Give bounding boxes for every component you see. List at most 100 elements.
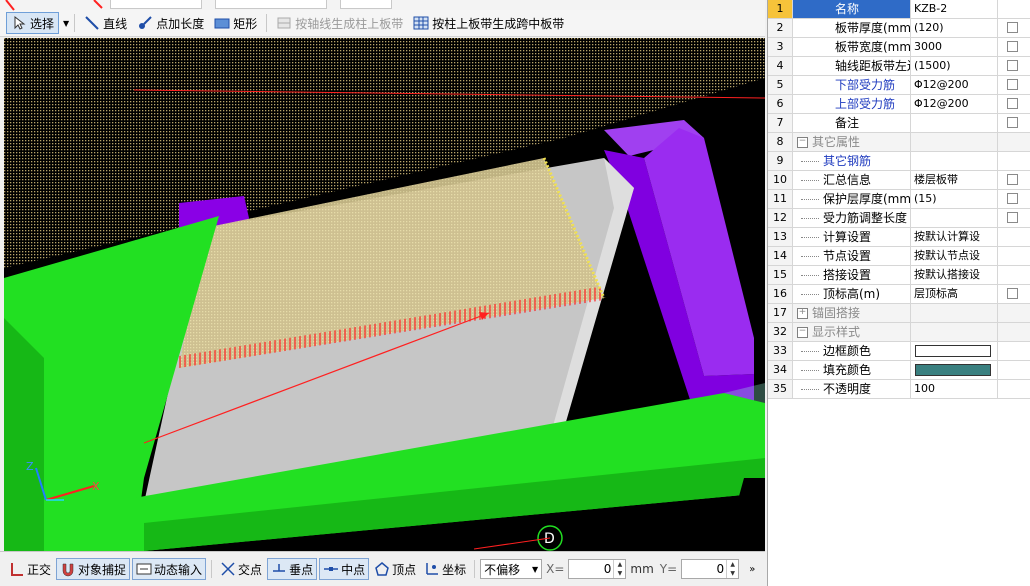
rect-button[interactable]: 矩形 bbox=[210, 12, 261, 34]
property-value[interactable]: 层顶标高 bbox=[911, 285, 998, 304]
property-name: 填充颜色 bbox=[793, 361, 911, 380]
property-row[interactable]: 13 计算设置 按默认计算设 bbox=[768, 228, 1030, 247]
3d-viewport[interactable]: X Z D bbox=[4, 38, 765, 551]
property-value[interactable]: 按默认搭接设 bbox=[911, 266, 998, 285]
property-value[interactable]: Φ12@200 bbox=[911, 95, 998, 114]
point-length-button[interactable]: 点加长度 bbox=[133, 12, 208, 34]
property-row[interactable]: 15 搭接设置 按默认搭接设 bbox=[768, 266, 1030, 285]
line-button[interactable]: 直线 bbox=[80, 12, 131, 34]
vertex-snap[interactable]: 顶点 bbox=[371, 558, 419, 580]
color-swatch[interactable] bbox=[915, 364, 991, 376]
property-value[interactable] bbox=[911, 361, 998, 380]
select-button[interactable]: 选择 bbox=[6, 12, 60, 34]
column-generate-label: 按柱上板带生成跨中板带 bbox=[432, 16, 565, 31]
attach-checkbox[interactable] bbox=[1007, 22, 1018, 33]
property-row[interactable]: 34 填充颜色 bbox=[768, 361, 1030, 380]
property-value[interactable]: Φ12@200 bbox=[911, 76, 998, 95]
property-value[interactable]: (120) bbox=[911, 19, 998, 38]
select-dropdown-icon[interactable]: ▼ bbox=[63, 19, 69, 28]
property-row[interactable]: 2 板带厚度(mm) (120) bbox=[768, 19, 1030, 38]
property-row[interactable]: 11 保护层厚度(mm) (15) bbox=[768, 190, 1030, 209]
object-snap-toggle[interactable]: 对象捕捉 bbox=[56, 558, 131, 580]
color-swatch[interactable] bbox=[915, 345, 991, 357]
tree-line-icon bbox=[801, 350, 819, 353]
collapse-icon[interactable]: − bbox=[797, 327, 808, 338]
property-value bbox=[911, 304, 998, 323]
separator bbox=[266, 14, 268, 32]
property-value-text: Φ12@200 bbox=[914, 97, 969, 110]
row-number: 6 bbox=[768, 95, 793, 114]
attach-checkbox[interactable] bbox=[1007, 174, 1018, 185]
property-name-text: 名称 bbox=[835, 2, 860, 16]
x-coord-input[interactable]: 0 ▲ ▼ bbox=[568, 559, 627, 579]
attach-checkbox[interactable] bbox=[1007, 193, 1018, 204]
dynamic-input-toggle[interactable]: 动态输入 bbox=[132, 558, 207, 580]
property-value-text: Φ12@200 bbox=[914, 78, 969, 91]
row-number: 17 bbox=[768, 304, 793, 323]
property-row[interactable]: 6 上部受力筋 Φ12@200 bbox=[768, 95, 1030, 114]
property-row[interactable]: 8− 其它属性 bbox=[768, 133, 1030, 152]
midpoint-snap[interactable]: 中点 bbox=[319, 558, 370, 580]
property-row[interactable]: 5 下部受力筋 Φ12@200 bbox=[768, 76, 1030, 95]
checkbox-cell bbox=[998, 19, 1030, 38]
attach-checkbox[interactable] bbox=[1007, 98, 1018, 109]
attach-checkbox[interactable] bbox=[1007, 79, 1018, 90]
property-value[interactable] bbox=[911, 152, 998, 171]
attach-checkbox[interactable] bbox=[1007, 288, 1018, 299]
property-row[interactable]: 16 顶标高(m) 层顶标高 bbox=[768, 285, 1030, 304]
ortho-toggle[interactable]: 正交 bbox=[6, 558, 54, 580]
property-value-text: KZB-2 bbox=[914, 2, 948, 15]
tree-line-icon bbox=[801, 198, 819, 201]
y-coord-input[interactable]: 0 ▲ ▼ bbox=[681, 559, 740, 579]
coord-label: 坐标 bbox=[442, 562, 467, 577]
overflow-chevron-icon[interactable]: » bbox=[749, 564, 755, 575]
property-row[interactable]: 33 边框颜色 bbox=[768, 342, 1030, 361]
property-row[interactable]: 12 受力筋调整长度 bbox=[768, 209, 1030, 228]
property-value[interactable]: 楼层板带 bbox=[911, 171, 998, 190]
top-combo-3[interactable] bbox=[340, 0, 392, 9]
property-name: 搭接设置 bbox=[793, 266, 911, 285]
property-row[interactable]: 3 板带宽度(mm) 3000 bbox=[768, 38, 1030, 57]
property-row[interactable]: 1 名称 KZB-2 bbox=[768, 0, 1030, 19]
column-generate-button[interactable]: 按柱上板带生成跨中板带 bbox=[409, 12, 568, 34]
perpendicular-snap[interactable]: 垂点 bbox=[267, 558, 318, 580]
checkbox-cell bbox=[998, 228, 1030, 247]
coordinate-snap[interactable]: 坐标 bbox=[421, 558, 469, 580]
row-number: 3 bbox=[768, 38, 793, 57]
attach-checkbox[interactable] bbox=[1007, 117, 1018, 128]
attach-checkbox[interactable] bbox=[1007, 212, 1018, 223]
property-row[interactable]: 32− 显示样式 bbox=[768, 323, 1030, 342]
intersection-snap[interactable]: 交点 bbox=[217, 558, 265, 580]
property-row[interactable]: 10 汇总信息 楼层板带 bbox=[768, 171, 1030, 190]
attach-checkbox[interactable] bbox=[1007, 60, 1018, 71]
property-value[interactable]: (15) bbox=[911, 190, 998, 209]
property-value[interactable] bbox=[911, 209, 998, 228]
expand-icon[interactable]: + bbox=[797, 308, 808, 319]
property-value[interactable]: 按默认节点设 bbox=[911, 247, 998, 266]
property-row[interactable]: 7 备注 bbox=[768, 114, 1030, 133]
property-value[interactable]: 3000 bbox=[911, 38, 998, 57]
property-value[interactable]: 100 bbox=[911, 380, 998, 399]
top-combo-1[interactable] bbox=[110, 0, 202, 9]
x-axis-label: X bbox=[92, 480, 100, 493]
x-spinner-icon[interactable]: ▲ ▼ bbox=[613, 560, 625, 578]
property-value[interactable]: 按默认计算设 bbox=[911, 228, 998, 247]
property-value[interactable]: (1500) bbox=[911, 57, 998, 76]
attach-checkbox[interactable] bbox=[1007, 41, 1018, 52]
property-value[interactable]: KZB-2 bbox=[911, 0, 998, 19]
checkbox-cell bbox=[998, 114, 1030, 133]
axis-generate-button[interactable]: 按轴线生成柱上板带 bbox=[272, 12, 407, 34]
property-name-text: 下部受力筋 bbox=[835, 78, 896, 92]
property-row[interactable]: 14 节点设置 按默认节点设 bbox=[768, 247, 1030, 266]
collapse-icon[interactable]: − bbox=[797, 137, 808, 148]
property-row[interactable]: 17 + 锚固搭接 bbox=[768, 304, 1030, 323]
property-row[interactable]: 4 轴线距板带左边线 (1500) bbox=[768, 57, 1030, 76]
property-value[interactable] bbox=[911, 114, 998, 133]
y-spinner-icon[interactable]: ▲ ▼ bbox=[726, 560, 738, 578]
property-row[interactable]: 9 其它钢筋 bbox=[768, 152, 1030, 171]
top-combo-2[interactable] bbox=[215, 0, 327, 9]
property-value[interactable] bbox=[911, 342, 998, 361]
property-row[interactable]: 35 不透明度 100 bbox=[768, 380, 1030, 399]
property-name-text: 受力筋调整长度 bbox=[823, 211, 908, 225]
offset-select[interactable]: 不偏移 ▼ bbox=[480, 559, 543, 579]
